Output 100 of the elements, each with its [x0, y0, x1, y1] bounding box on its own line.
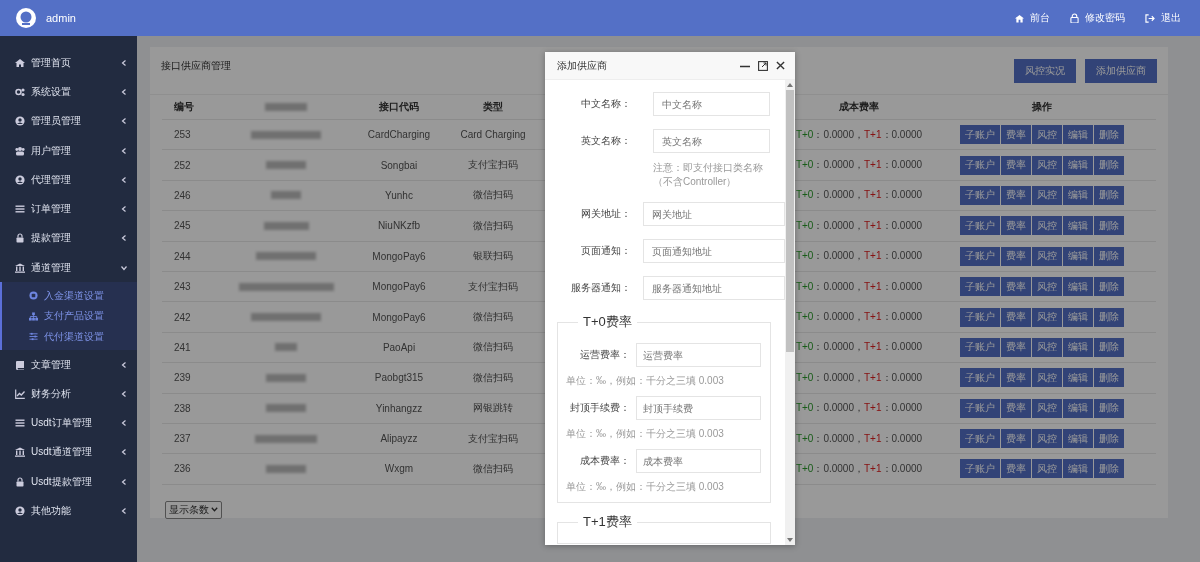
nav-item[interactable]: Usdt通道管理 [0, 437, 137, 468]
row-action-button[interactable]: 子账户 [960, 277, 1000, 297]
nav-item[interactable]: Usdt提款管理 [0, 467, 137, 497]
row-action-button[interactable]: 风控 [1032, 398, 1062, 418]
row-action-button[interactable]: 子账户 [960, 459, 1000, 479]
row-action-button[interactable]: 风控 [1032, 429, 1062, 449]
nav-item[interactable]: 订单管理 [0, 194, 137, 224]
row-action-button[interactable]: 风控 [1032, 337, 1062, 357]
row-action-button[interactable]: 编辑 [1063, 277, 1093, 297]
submenu-item[interactable]: 入金渠道设置 [2, 285, 137, 306]
row-action-button[interactable]: 风控 [1032, 155, 1062, 175]
row-action-button[interactable]: 子账户 [960, 368, 1000, 388]
row-action-button[interactable]: 编辑 [1063, 307, 1093, 327]
top-link[interactable]: 退出 [1145, 11, 1181, 25]
row-action-button[interactable]: 子账户 [960, 155, 1000, 175]
row-action-button[interactable]: 编辑 [1063, 125, 1093, 145]
row-action-button[interactable]: 费率 [1001, 429, 1031, 449]
row-action-button[interactable]: 子账户 [960, 185, 1000, 205]
row-action-button[interactable]: 费率 [1001, 459, 1031, 479]
row-action-button[interactable]: 编辑 [1063, 185, 1093, 205]
nav-item[interactable]: 其他功能 [0, 496, 137, 526]
nav-item[interactable]: 系统设置 [0, 77, 137, 107]
text-field[interactable]: 网关地址 [643, 202, 785, 226]
nav-item[interactable]: 代理管理 [0, 165, 137, 195]
nav-item[interactable]: Usdt订单管理 [0, 408, 137, 438]
row-action-button[interactable]: 风控 [1032, 368, 1062, 388]
nav-item[interactable]: 财务分析 [0, 379, 137, 409]
row-action-button[interactable]: 风控 [1032, 246, 1062, 266]
scrollbar-thumb[interactable] [786, 90, 794, 352]
nav-item[interactable]: 文章管理 [0, 349, 137, 380]
submenu-item[interactable]: 支付产品设置 [2, 305, 137, 327]
row-action-button[interactable]: 编辑 [1063, 429, 1093, 449]
row-action-button[interactable]: 删除 [1094, 185, 1124, 205]
top-link[interactable]: 前台 [1015, 11, 1050, 25]
row-action-button[interactable]: 删除 [1094, 125, 1124, 145]
nav-item[interactable]: 管理首页 [0, 48, 137, 78]
close-icon[interactable] [776, 61, 785, 70]
row-action-button[interactable]: 费率 [1001, 307, 1031, 327]
row-action-button[interactable]: 风控 [1032, 216, 1062, 236]
row-action-button[interactable]: 费率 [1001, 185, 1031, 205]
row-action-button[interactable]: 删除 [1094, 429, 1124, 449]
text-field[interactable]: 页面通知地址 [643, 239, 785, 263]
row-action-button[interactable]: 删除 [1094, 459, 1124, 479]
submenu-item[interactable]: 代付渠道设置 [2, 326, 137, 347]
text-field[interactable]: 运营费率 [636, 343, 761, 367]
bank-icon [15, 447, 25, 458]
row-action-button[interactable]: 子账户 [960, 125, 1000, 145]
row-action-button[interactable]: 编辑 [1063, 216, 1093, 236]
row-action-button[interactable]: 编辑 [1063, 155, 1093, 175]
row-action-button[interactable]: 费率 [1001, 398, 1031, 418]
text-field[interactable]: 英文名称 [653, 129, 770, 153]
scroll-up-icon[interactable] [787, 83, 793, 87]
nav-item[interactable]: 管理员管理 [0, 106, 137, 136]
row-action-button[interactable]: 删除 [1094, 398, 1124, 418]
text-field[interactable]: 中文名称 [653, 92, 770, 116]
text-field[interactable]: 成本费率 [636, 449, 761, 473]
row-action-button[interactable]: 删除 [1094, 155, 1124, 175]
row-action-button[interactable]: 子账户 [960, 337, 1000, 357]
row-action-button[interactable]: 编辑 [1063, 368, 1093, 388]
row-action-button[interactable]: 风控 [1032, 459, 1062, 479]
row-action-button[interactable]: 删除 [1094, 368, 1124, 388]
row-action-button[interactable]: 风控 [1032, 185, 1062, 205]
row-action-button[interactable]: 编辑 [1063, 246, 1093, 266]
text-field[interactable]: 服务器通知地址 [643, 276, 785, 300]
row-action-button[interactable]: 风控 [1032, 125, 1062, 145]
row-action-button[interactable]: 删除 [1094, 216, 1124, 236]
nav-item[interactable]: 提款管理 [0, 223, 137, 254]
action-button[interactable]: 风控实况 [1014, 59, 1076, 83]
row-action-button[interactable]: 风控 [1032, 307, 1062, 327]
row-action-button[interactable]: 删除 [1094, 307, 1124, 327]
row-action-button[interactable]: 费率 [1001, 125, 1031, 145]
row-action-button[interactable]: 子账户 [960, 398, 1000, 418]
row-action-button[interactable]: 子账户 [960, 216, 1000, 236]
row-action-button[interactable]: 费率 [1001, 246, 1031, 266]
action-button[interactable]: 添加供应商 [1085, 59, 1157, 83]
row-action-button[interactable]: 删除 [1094, 337, 1124, 357]
row-action-button[interactable]: 子账户 [960, 307, 1000, 327]
maximize-icon[interactable] [758, 60, 768, 71]
row-action-button[interactable]: 删除 [1094, 246, 1124, 266]
nav-item[interactable]: 用户管理 [0, 135, 137, 166]
row-action-button[interactable]: 编辑 [1063, 337, 1093, 357]
row-action-button[interactable]: 费率 [1001, 368, 1031, 388]
row-action-button[interactable]: 删除 [1094, 277, 1124, 297]
row-action-button[interactable]: 编辑 [1063, 459, 1093, 479]
row-action-button[interactable]: 编辑 [1063, 398, 1093, 418]
row-action-button[interactable]: 子账户 [960, 429, 1000, 449]
row-action-button[interactable]: 子账户 [960, 246, 1000, 266]
row-action-button[interactable]: 费率 [1001, 155, 1031, 175]
nav-item[interactable]: 通道管理 [0, 253, 137, 283]
row-action-button[interactable]: 费率 [1001, 216, 1031, 236]
table-cell-text: Alipayzz [379, 433, 419, 445]
text-field[interactable]: 封顶手续费 [636, 396, 761, 420]
column-header: 接口代码 [378, 100, 420, 114]
row-action-button[interactable]: 费率 [1001, 337, 1031, 357]
page-size-dropdown[interactable]: 显示条数 [165, 500, 222, 519]
scroll-down-icon[interactable] [787, 538, 793, 542]
row-action-button[interactable]: 风控 [1032, 277, 1062, 297]
row-action-button[interactable]: 费率 [1001, 277, 1031, 297]
top-link[interactable]: 修改密码 [1070, 11, 1125, 25]
scrollbar[interactable] [785, 80, 795, 545]
